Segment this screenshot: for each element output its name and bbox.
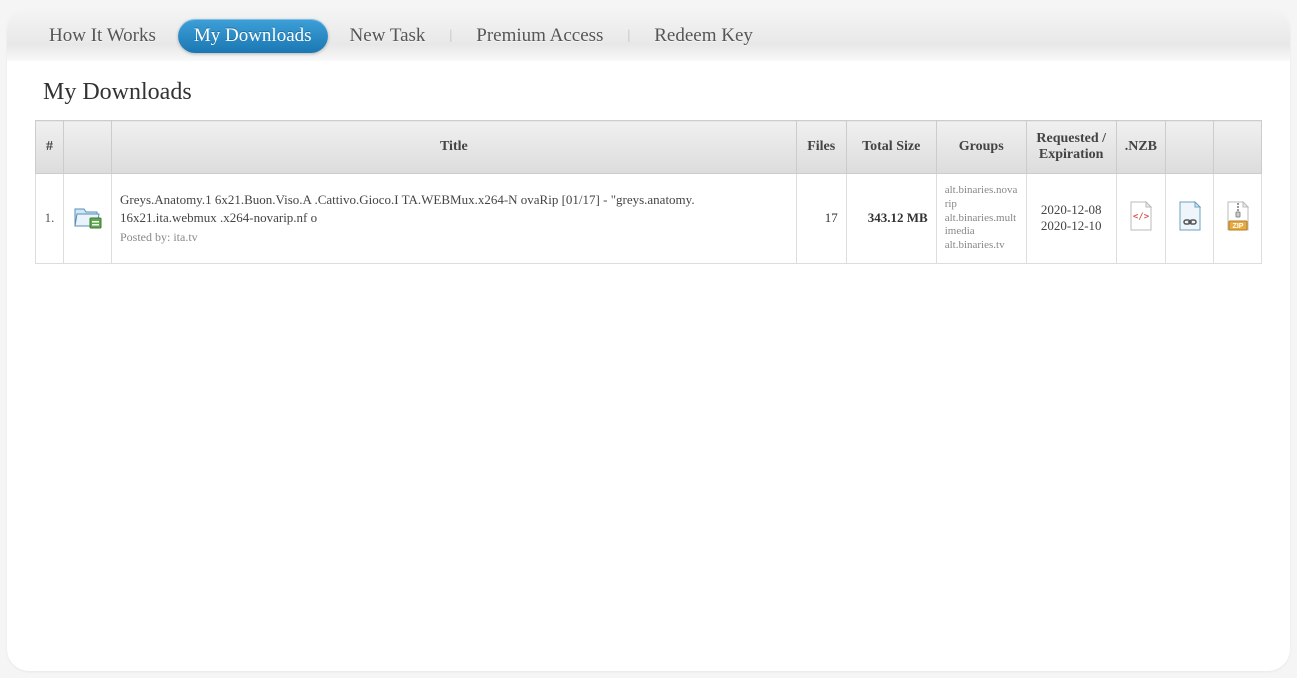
nav-my-downloads[interactable]: My Downloads (178, 19, 328, 53)
table-row: 1. (36, 174, 1262, 264)
nav-new-task[interactable]: New Task (334, 19, 442, 53)
col-header-num: # (36, 121, 64, 174)
col-header-dates: Requested / Expiration (1026, 121, 1116, 174)
col-header-nzb: .NZB (1116, 121, 1165, 174)
download-posted-by: Posted by: ita.tv (120, 230, 788, 245)
col-header-groups: Groups (936, 121, 1026, 174)
col-header-icon (64, 121, 112, 174)
col-header-files: Files (796, 121, 846, 174)
col-header-link (1166, 121, 1214, 174)
zip-file-icon[interactable]: ZIP (1225, 201, 1251, 231)
download-dates: 2020-12-08 2020-12-10 (1026, 174, 1116, 264)
page-title: My Downloads (43, 79, 1262, 106)
nav-premium-access[interactable]: Premium Access (460, 19, 619, 53)
col-header-zip (1214, 121, 1262, 174)
download-title: Greys.Anatomy.1 6x21.Buon.Viso.A .Cattiv… (120, 191, 788, 226)
nav-separator: | (625, 28, 632, 44)
svg-text:</>: </> (1133, 212, 1150, 222)
download-size: 343.12 MB (846, 174, 936, 264)
nzb-file-icon[interactable]: </> (1128, 201, 1154, 231)
main-nav: How It Works My Downloads New Task | Pre… (7, 7, 1290, 61)
nav-separator: | (447, 28, 454, 44)
col-header-title: Title (112, 121, 797, 174)
svg-text:ZIP: ZIP (1232, 223, 1243, 230)
download-groups: alt.binaries.novarip alt.binaries.multim… (936, 174, 1026, 264)
row-number: 1. (36, 174, 64, 264)
link-file-icon[interactable] (1177, 201, 1203, 231)
downloads-table: # Title Files Total Size Groups Requeste… (35, 120, 1262, 264)
download-files: 17 (796, 174, 846, 264)
col-header-size: Total Size (846, 121, 936, 174)
nav-how-it-works[interactable]: How It Works (33, 19, 172, 53)
folder-icon (73, 202, 103, 230)
nav-redeem-key[interactable]: Redeem Key (638, 19, 769, 53)
